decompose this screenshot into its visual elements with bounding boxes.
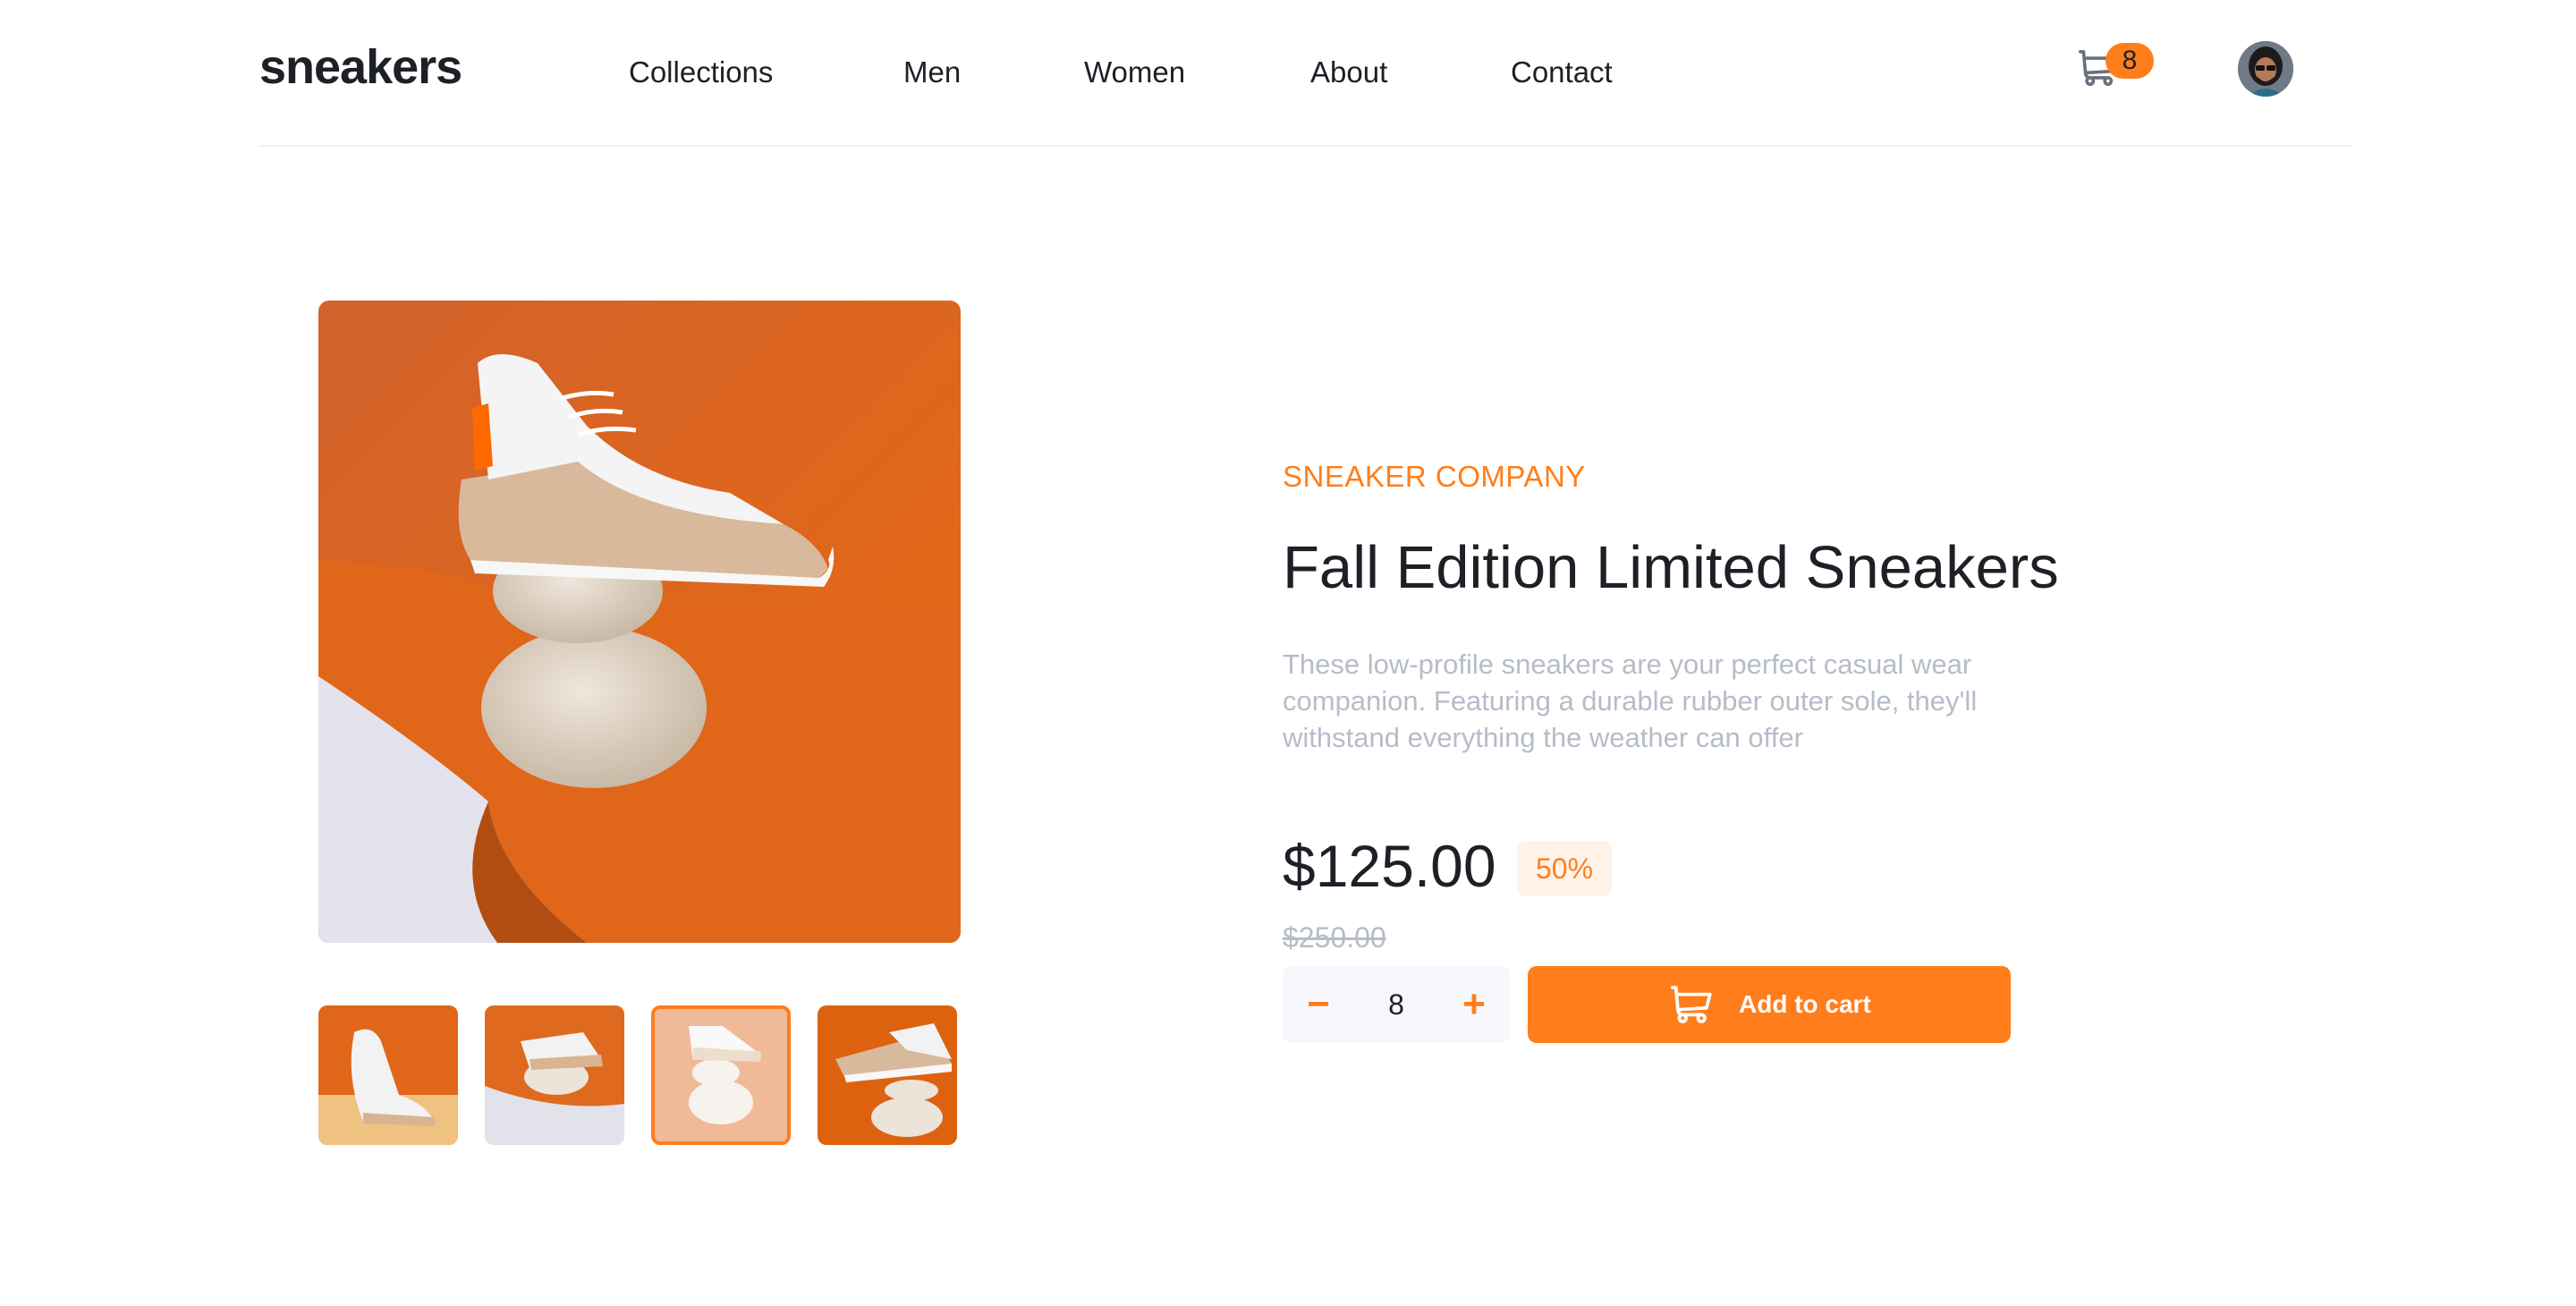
cart-icon [1671,986,1712,1023]
thumbnail-2[interactable] [485,1005,624,1145]
cart-count-badge: 8 [2106,43,2154,79]
sneaker-on-stones-image [318,301,961,943]
original-price: $250.00 [1283,921,1386,954]
increase-quantity-button[interactable]: + [1438,966,1510,1043]
product-title: Fall Edition Limited Sneakers [1283,534,2059,601]
nav-link-women[interactable]: Women [1084,55,1185,89]
thumbnail-3[interactable] [651,1005,791,1145]
decrease-quantity-button[interactable]: − [1283,966,1354,1043]
site-header: sneakers Collections Men Women About Con… [259,0,2352,147]
thumbnail-image-4 [818,1005,957,1145]
product-description: These low-profile sneakers are your perf… [1283,649,1978,753]
avatar-image [2238,41,2293,97]
product-main-image[interactable] [318,301,961,943]
thumbnail-image-1 [318,1005,458,1145]
thumbnail-image-3 [655,1009,787,1141]
product-company: SNEAKER COMPANY [1283,460,1586,493]
logo[interactable]: sneakers [259,39,462,95]
nav-link-collections[interactable]: Collections [629,55,773,89]
add-to-cart-label: Add to cart [1739,990,1871,1018]
quantity-stepper: − 8 + [1283,966,1510,1043]
add-to-cart-button[interactable]: Add to cart [1528,966,2011,1043]
cart-button[interactable]: 8 [2079,43,2154,98]
discount-badge: 50% [1517,841,1612,896]
nav-link-contact[interactable]: Contact [1511,55,1613,89]
nav-link-men[interactable]: Men [903,55,961,89]
nav-link-about[interactable]: About [1310,55,1387,89]
thumbnail-image-2 [485,1005,624,1145]
thumbnail-4[interactable] [818,1005,957,1145]
thumbnail-1[interactable] [318,1005,458,1145]
user-avatar[interactable] [2238,41,2293,97]
quantity-value: 8 [1388,988,1404,1021]
current-price: $125.00 [1283,833,1496,899]
